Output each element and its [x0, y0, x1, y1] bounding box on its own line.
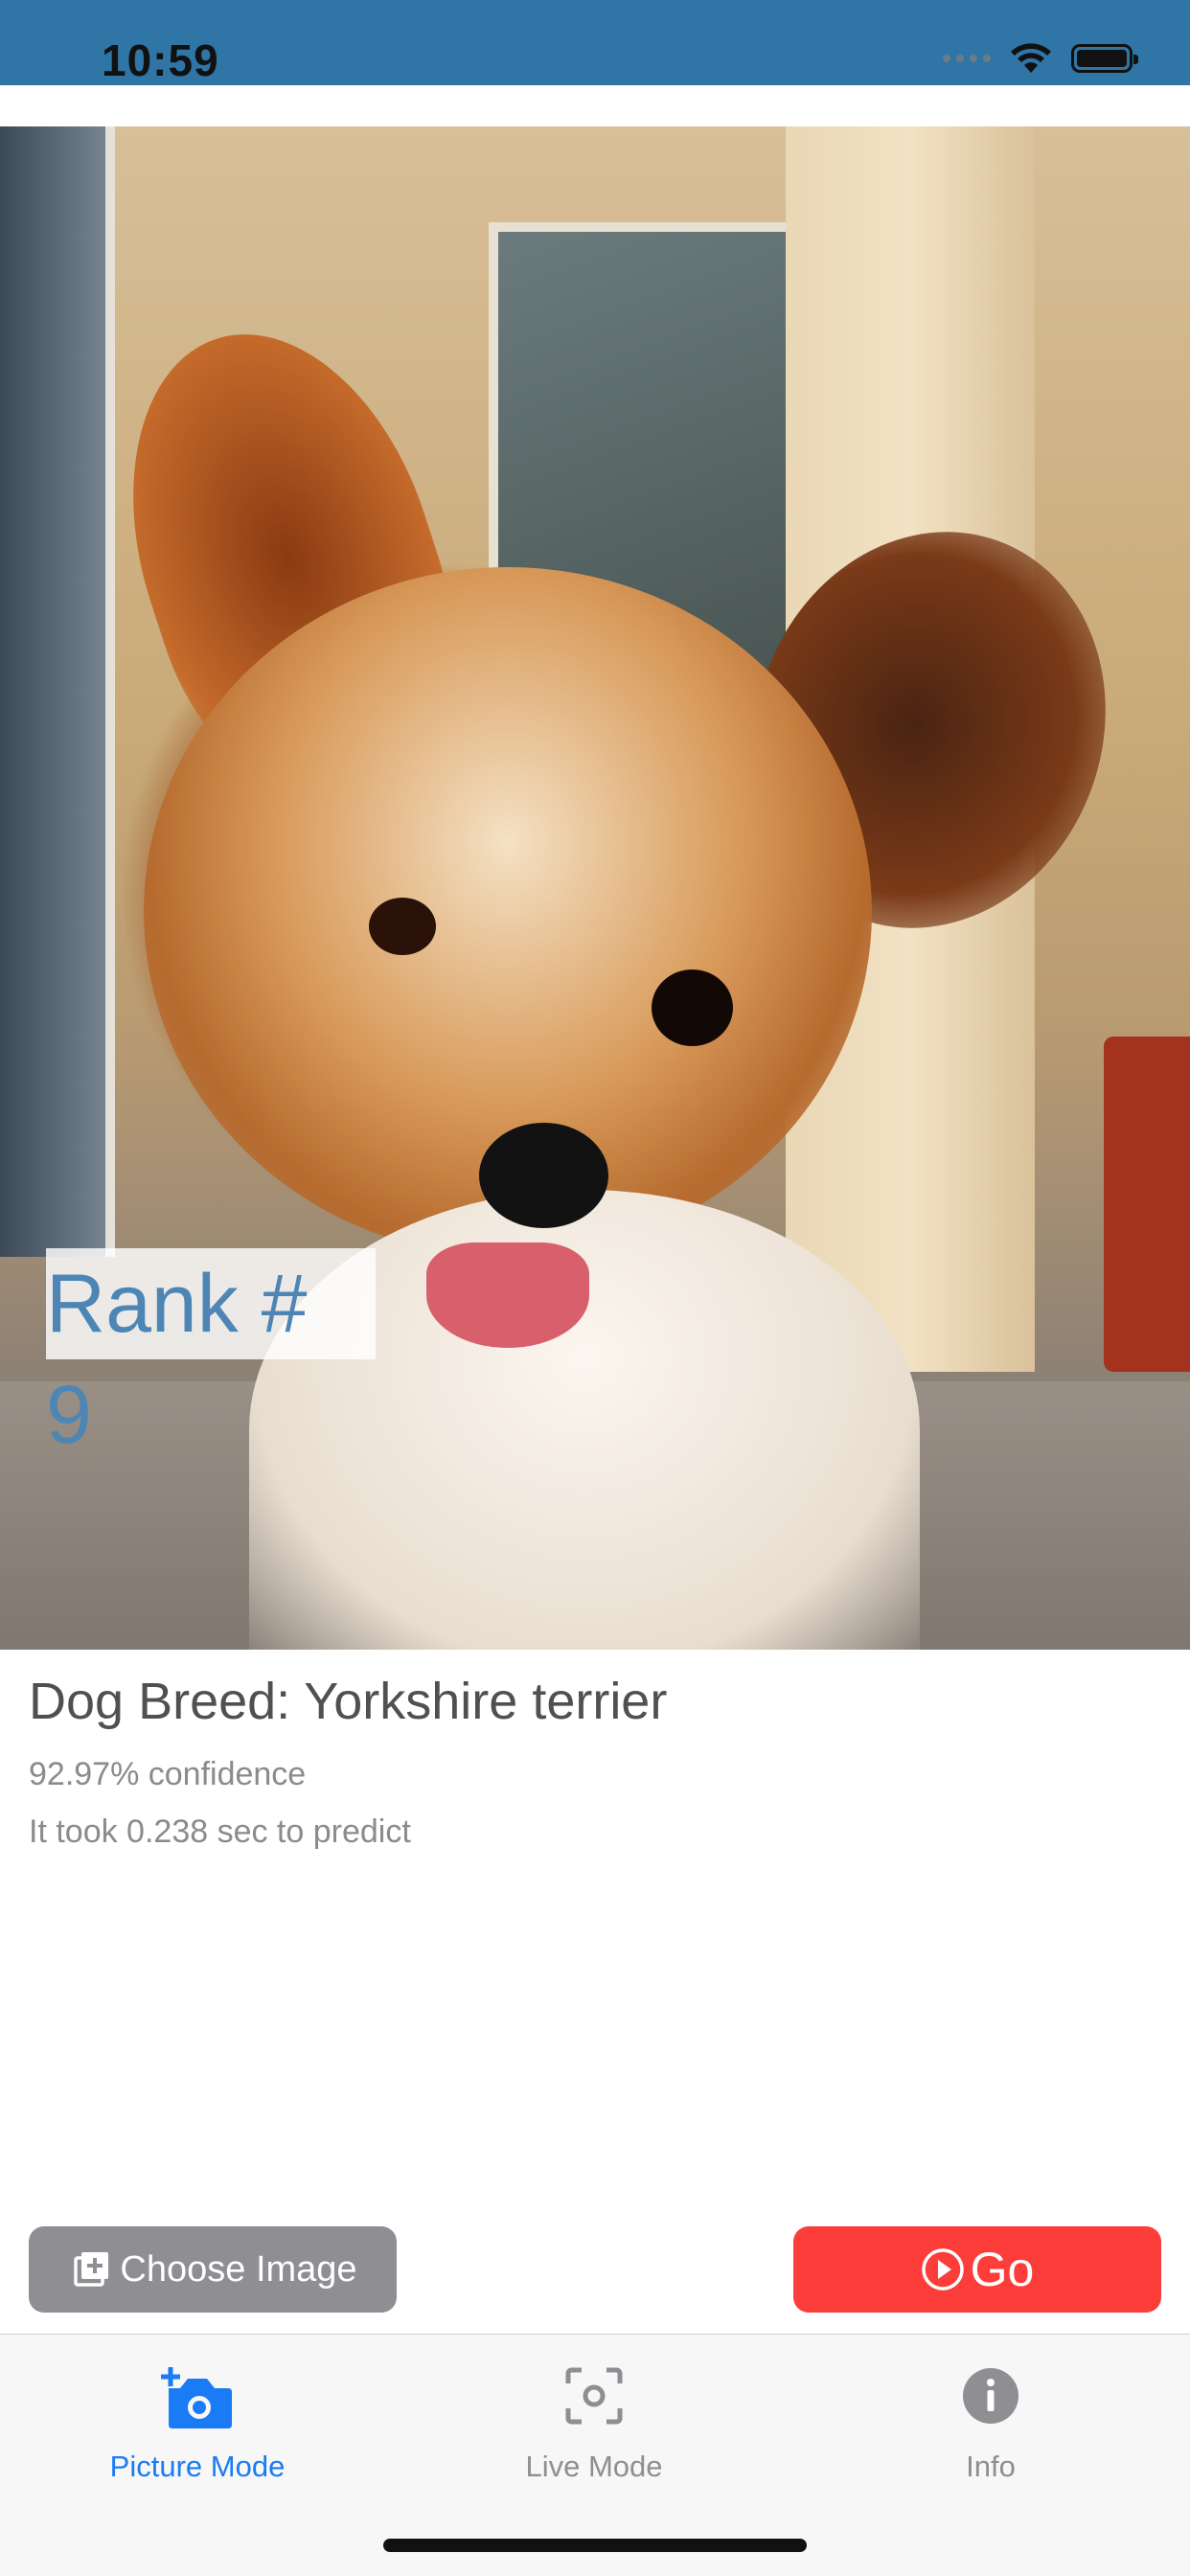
- status-time: 10:59: [102, 35, 219, 85]
- play-circle-icon: [921, 2247, 965, 2291]
- camera-plus-icon: [54, 2358, 341, 2434]
- add-photo-icon: [68, 2246, 114, 2292]
- tab-info[interactable]: Info: [847, 2358, 1134, 2484]
- cellular-signal-icon: [943, 55, 991, 62]
- tab-picture-mode[interactable]: Picture Mode: [54, 2358, 341, 2484]
- info-icon: [847, 2358, 1134, 2434]
- viewfinder-icon: [450, 2358, 738, 2434]
- tab-label: Live Mode: [525, 2450, 663, 2483]
- status-indicators: [943, 42, 1138, 75]
- rank-label: Rank # 9: [46, 1248, 376, 1461]
- home-indicator[interactable]: [383, 2539, 807, 2552]
- confidence-text: 92.97% confidence: [29, 1756, 307, 1792]
- prediction-time-text: It took 0.238 sec to predict: [29, 1813, 411, 1850]
- breed-result: Dog Breed: Yorkshire terrier: [29, 1673, 668, 1730]
- choose-image-label: Choose Image: [120, 2248, 357, 2290]
- wifi-icon: [1011, 43, 1051, 73]
- choose-image-button[interactable]: Choose Image: [29, 2226, 397, 2313]
- dog-photo: [0, 126, 1190, 1650]
- tab-label: Info: [966, 2450, 1016, 2483]
- status-bar: 10:59: [0, 0, 1190, 85]
- battery-icon: [1071, 44, 1138, 73]
- go-button[interactable]: Go: [793, 2226, 1161, 2313]
- tab-live-mode[interactable]: Live Mode: [450, 2358, 738, 2484]
- go-label: Go: [970, 2243, 1035, 2296]
- tab-label: Picture Mode: [109, 2450, 286, 2483]
